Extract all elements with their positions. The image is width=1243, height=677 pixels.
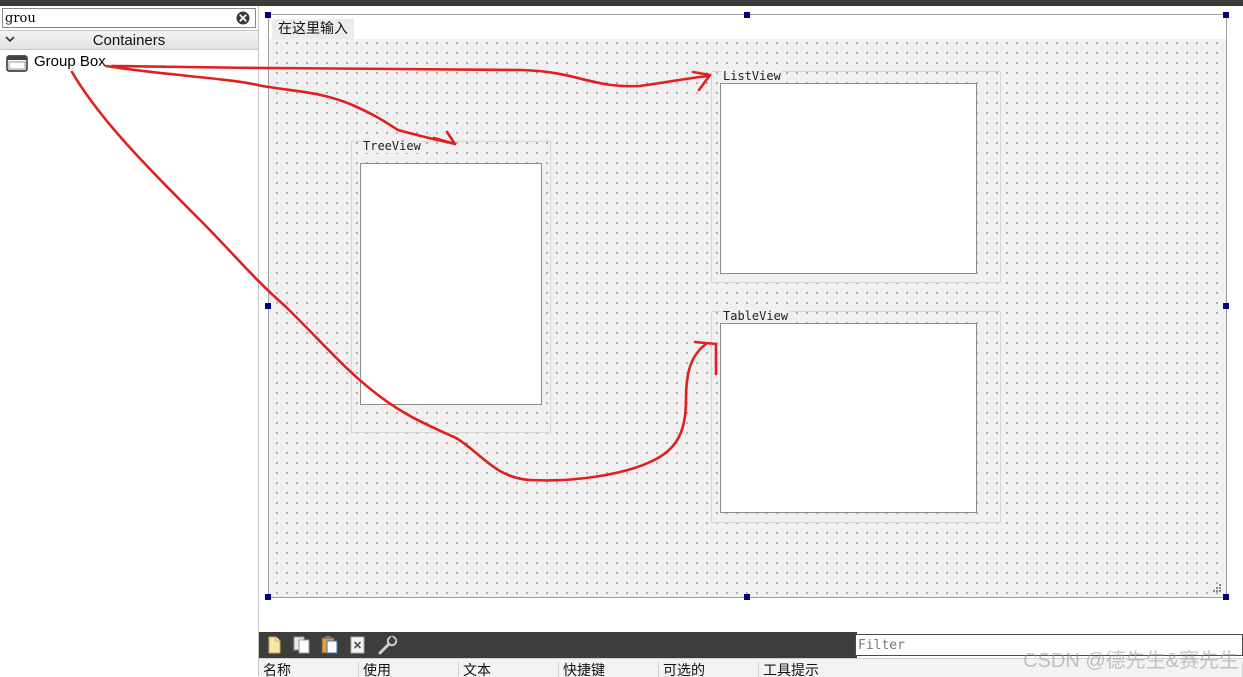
column-header-used[interactable]: 使用 bbox=[359, 662, 459, 677]
watermark: CSDN @德先生&赛先生 bbox=[1023, 650, 1239, 672]
column-header-name[interactable]: 名称 bbox=[259, 662, 359, 677]
clear-search-icon[interactable] bbox=[236, 11, 250, 25]
groupbox-tableview[interactable]: TableView bbox=[711, 309, 1001, 523]
groupbox-listview[interactable]: ListView bbox=[711, 69, 1001, 283]
column-header-shortcut[interactable]: 快捷键 bbox=[559, 662, 659, 677]
list-view[interactable] bbox=[720, 83, 977, 274]
delete-action-icon[interactable] bbox=[347, 635, 369, 655]
resize-grip-icon[interactable] bbox=[1212, 583, 1222, 593]
widget-search-box bbox=[2, 8, 256, 28]
selection-handle-middle-left[interactable] bbox=[265, 303, 271, 309]
column-header-checkable[interactable]: 可选的 bbox=[659, 662, 759, 677]
groupbox-treeview[interactable]: TreeView bbox=[351, 139, 551, 433]
action-editor-toolbar bbox=[259, 632, 857, 658]
group-box-icon bbox=[6, 55, 28, 72]
selection-handle-bottom-left[interactable] bbox=[265, 594, 271, 600]
selection-handle-top-right[interactable] bbox=[1223, 12, 1229, 18]
category-label: Containers bbox=[92, 32, 166, 49]
widget-item-label: Group Box bbox=[34, 53, 106, 70]
selection-handle-top-left[interactable] bbox=[265, 12, 271, 18]
selection-handle-bottom-center[interactable] bbox=[744, 594, 750, 600]
widget-box-panel: Containers Group Box bbox=[0, 6, 259, 676]
form-menu-bar: 在这里输入 bbox=[269, 15, 1226, 39]
groupbox-title: ListView bbox=[722, 69, 782, 83]
table-view[interactable] bbox=[720, 323, 977, 513]
menu-type-here[interactable]: 在这里输入 bbox=[272, 19, 354, 39]
selection-handle-bottom-right[interactable] bbox=[1223, 594, 1229, 600]
groupbox-title: TreeView bbox=[362, 139, 422, 153]
copy-action-icon[interactable] bbox=[291, 635, 313, 655]
groupbox-title: TableView bbox=[722, 309, 790, 323]
category-containers[interactable]: Containers bbox=[0, 30, 258, 50]
configure-icon[interactable] bbox=[377, 635, 399, 655]
widget-item-group-box[interactable]: Group Box bbox=[6, 52, 246, 74]
paste-action-icon[interactable] bbox=[319, 635, 341, 655]
selection-handle-top-center[interactable] bbox=[744, 12, 750, 18]
tree-view[interactable] bbox=[360, 163, 542, 405]
selection-handle-middle-right[interactable] bbox=[1223, 303, 1229, 309]
widget-search-input[interactable] bbox=[5, 10, 225, 26]
column-header-text[interactable]: 文本 bbox=[459, 662, 559, 677]
new-action-icon[interactable] bbox=[263, 635, 285, 655]
